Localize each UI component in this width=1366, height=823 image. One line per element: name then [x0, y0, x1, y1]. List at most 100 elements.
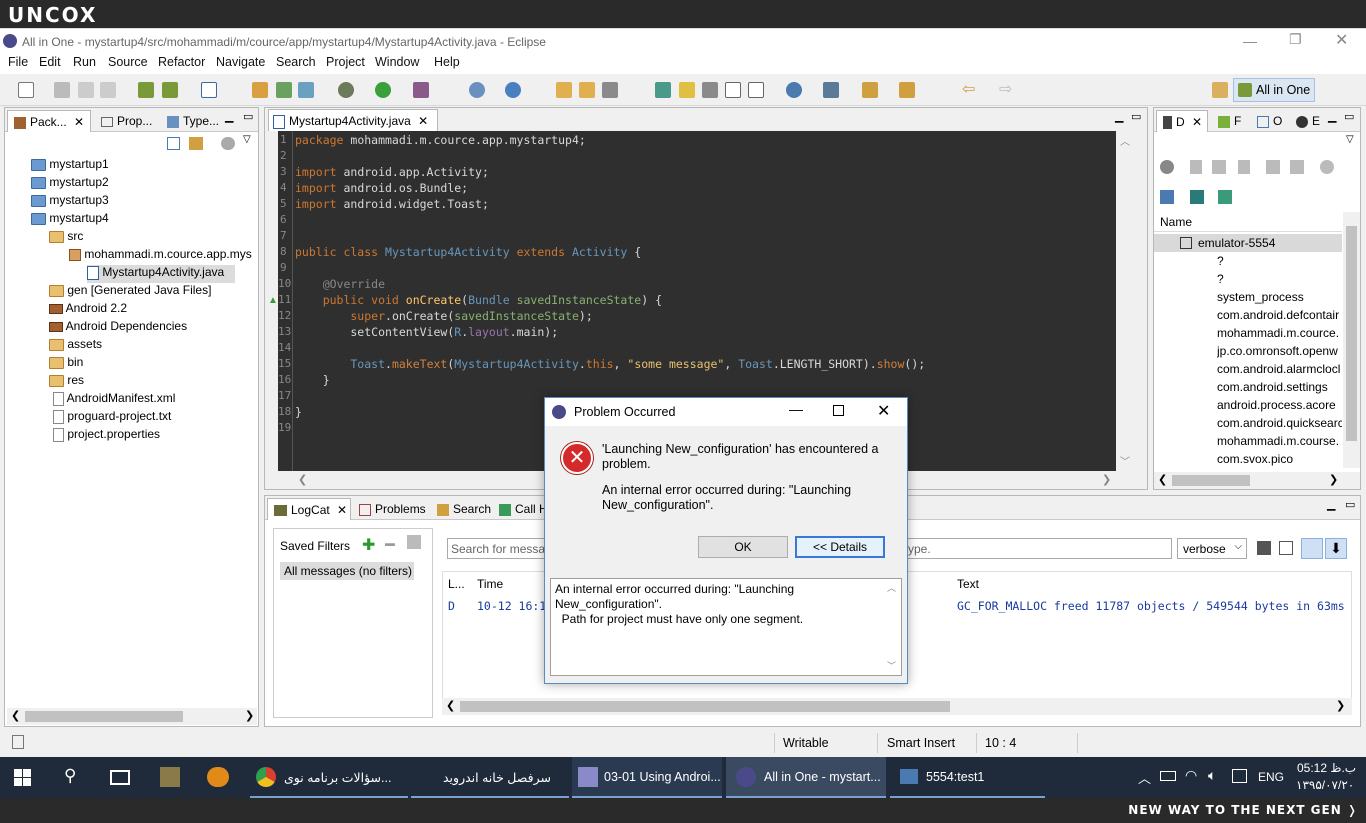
avd-manager-icon[interactable] [162, 82, 178, 98]
menu-edit[interactable]: Edit [39, 55, 61, 69]
next-annotation-icon[interactable] [862, 82, 878, 98]
debug-icon[interactable] [338, 82, 354, 98]
link-icon[interactable] [702, 82, 718, 98]
scroll-right-icon[interactable]: ❯ [1336, 699, 1345, 712]
scroll-left-icon[interactable]: ❮ [1158, 473, 1167, 486]
method-profiling-icon[interactable] [1290, 160, 1304, 174]
process-row[interactable]: mohammadi.m.course. [1217, 434, 1342, 452]
run-icon[interactable] [375, 82, 391, 98]
process-row[interactable]: com.svox.pico [1217, 452, 1342, 470]
details-button[interactable]: << Details [795, 536, 885, 558]
scroll-left-icon[interactable]: ❮ [11, 709, 20, 722]
horizontal-scrollbar[interactable]: ❮ ❯ [7, 708, 257, 725]
name-column-header[interactable]: Name [1154, 212, 1342, 232]
process-row[interactable]: com.android.alarmclocl [1217, 362, 1342, 380]
menu-run[interactable]: Run [73, 55, 96, 69]
toggle-filters-icon[interactable] [1301, 538, 1323, 559]
checkbox-icon[interactable] [201, 82, 217, 98]
tab-problems[interactable]: Problems [353, 498, 432, 520]
screen-capture-icon[interactable] [1160, 190, 1174, 204]
volume-icon[interactable]: 🔈︎ [1208, 767, 1216, 784]
scroll-up-icon[interactable]: ︿ [887, 581, 896, 596]
wifi-icon[interactable]: ◠ [1185, 767, 1197, 784]
chevron-down-icon[interactable]: ▽ [243, 134, 251, 145]
systrace-icon[interactable] [1190, 190, 1204, 204]
tree-item-mystartup2[interactable]: mystartup2 [31, 175, 109, 193]
logcat-horizontal-scrollbar[interactable]: ❮ ❯ [442, 698, 1352, 715]
taskbar-item-chrome[interactable]: سؤالات برنامه نوی... [250, 757, 408, 798]
tab-devices[interactable]: D ✕ [1156, 110, 1208, 132]
scroll-right-icon[interactable]: ❯ [1329, 473, 1338, 486]
device-row[interactable]: emulator-5554 [1154, 234, 1342, 252]
scrollbar-thumb[interactable] [1172, 475, 1250, 486]
process-row[interactable]: ? [1217, 254, 1342, 272]
tree-item-package[interactable]: mohammadi.m.cource.app.mys [69, 247, 252, 265]
log-level-select[interactable]: verbose ⌵ [1177, 538, 1247, 559]
process-row[interactable]: mohammadi.m.cource. [1217, 326, 1342, 344]
open-resource-icon[interactable] [276, 82, 292, 98]
menu-project[interactable]: Project [326, 55, 365, 69]
open-type-icon[interactable] [252, 82, 268, 98]
tab-editor-file[interactable]: Mystartup4Activity.java ✕ [268, 109, 438, 131]
clock-time[interactable]: 05:12 ب.ظ [1297, 761, 1356, 775]
search-icon[interactable]: ⚲ [64, 766, 76, 786]
save-all-icon[interactable] [78, 82, 94, 98]
new-class-icon[interactable] [469, 82, 485, 98]
clock-date[interactable]: ۱۳۹۵/۰۷/۲۰ [1296, 778, 1354, 792]
annotation-icon[interactable] [655, 82, 671, 98]
minimize-icon[interactable]: — [1243, 33, 1257, 49]
heap-update-icon[interactable] [1190, 160, 1202, 174]
minimize-panel-icon[interactable]: ▁ [1327, 498, 1335, 511]
prev-annotation-icon[interactable] [899, 82, 915, 98]
process-row[interactable]: com.android.settings [1217, 380, 1342, 398]
task-view-icon[interactable] [110, 770, 130, 785]
tree-item-mystartup4[interactable]: mystartup4 [31, 211, 109, 229]
scroll-left-icon[interactable]: ❮ [446, 699, 455, 712]
scroll-left-icon[interactable]: ❮ [298, 473, 307, 486]
maximize-panel-icon[interactable]: ▭ [1344, 110, 1354, 123]
perspective-all-in-one[interactable]: All in One [1233, 78, 1315, 102]
tree-item-android-22[interactable]: Android 2.2 [49, 301, 127, 319]
scroll-up-icon[interactable]: ︿ [1120, 133, 1130, 148]
tree-item-activity-file[interactable]: Mystartup4Activity.java [87, 265, 235, 283]
menu-navigate[interactable]: Navigate [216, 55, 265, 69]
menu-window[interactable]: Window [375, 55, 419, 69]
scroll-down-icon[interactable]: ﹀ [887, 659, 896, 674]
tree-item-gen[interactable]: gen [Generated Java Files] [49, 283, 211, 301]
scrollbar-thumb[interactable] [460, 701, 950, 712]
print-icon[interactable] [100, 82, 116, 98]
scroll-down-icon[interactable]: ﹀ [1120, 453, 1130, 468]
taskbar-item-emulator[interactable]: 5554:test1 [890, 757, 1045, 798]
view-menu-icon[interactable] [221, 137, 235, 150]
android-sdk-icon[interactable] [138, 82, 154, 98]
scroll-right-icon[interactable]: ❯ [245, 709, 254, 722]
tree-item-src[interactable]: src [49, 229, 83, 247]
tree-item-properties[interactable]: project.properties [53, 427, 160, 445]
pilcrow-icon[interactable] [748, 82, 764, 98]
app-icon[interactable] [207, 767, 229, 787]
clear-log-icon[interactable] [1279, 541, 1293, 555]
devices-vertical-scrollbar[interactable] [1343, 212, 1360, 468]
process-row[interactable]: system_process [1217, 290, 1342, 308]
tab-emulator-control[interactable]: E [1290, 110, 1326, 132]
scrollbar-thumb[interactable] [1346, 226, 1357, 441]
gc-icon[interactable] [1238, 160, 1250, 174]
tree-item-manifest[interactable]: AndroidManifest.xml [53, 391, 175, 409]
menu-refactor[interactable]: Refactor [158, 55, 205, 69]
media-app-icon[interactable] [160, 767, 180, 787]
tools-icon[interactable] [823, 82, 839, 98]
details-textarea[interactable]: An internal error occurred during: "Laun… [550, 578, 902, 676]
log-row-level[interactable]: D [448, 599, 455, 613]
filter-all-messages[interactable]: All messages (no filters) [280, 562, 414, 580]
menu-help[interactable]: Help [434, 55, 460, 69]
taskbar-item-folder[interactable]: سرفصل خانه اندروید [411, 757, 569, 798]
fast-view-icon[interactable] [12, 735, 24, 749]
minimize-panel-icon[interactable]: ▁ [1328, 110, 1336, 123]
menu-source[interactable]: Source [108, 55, 148, 69]
debug-process-icon[interactable] [1160, 160, 1174, 174]
process-row[interactable]: com.android.defcontair [1217, 308, 1342, 326]
minimize-panel-icon[interactable]: ▁ [1115, 110, 1123, 123]
battery-icon[interactable] [1160, 771, 1176, 781]
block-icon[interactable] [725, 82, 741, 98]
tree-item-mystartup1[interactable]: mystartup1 [31, 157, 109, 175]
